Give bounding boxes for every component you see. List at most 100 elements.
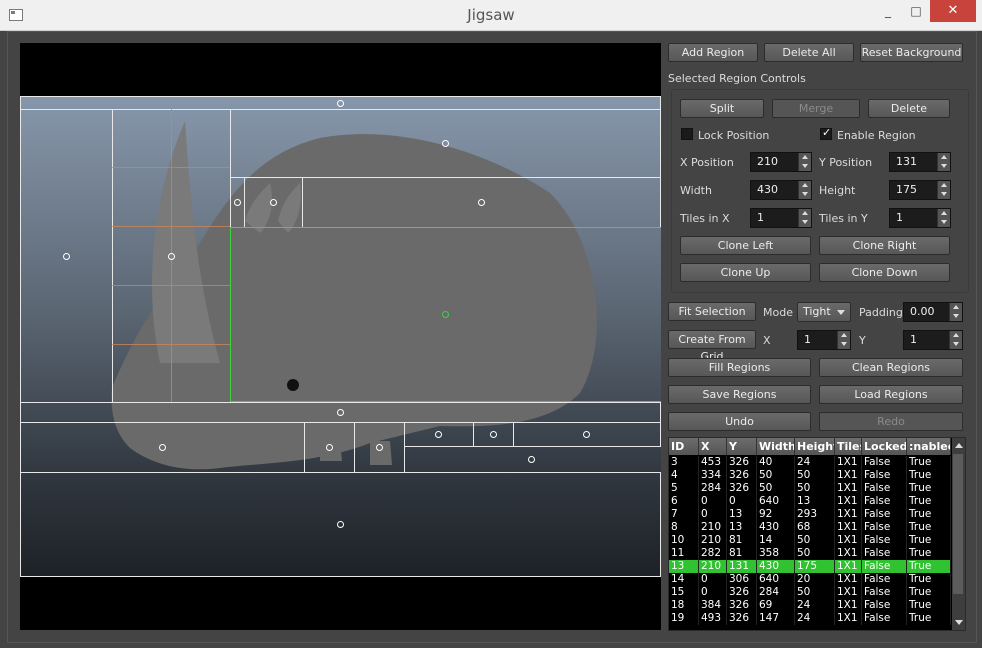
maximize-button[interactable]: □: [902, 0, 930, 22]
column-header[interactable]: Locked: [862, 438, 907, 455]
delete-region-button[interactable]: Delete: [868, 99, 950, 118]
spin-arrows-icon[interactable]: [937, 181, 950, 199]
table-row[interactable]: 18 384 326 69 24 1X1 False True: [669, 599, 951, 612]
lock-position-checkbox[interactable]: [681, 128, 693, 140]
region-center-handle[interactable]: [337, 409, 344, 416]
mode-dropdown[interactable]: Tight: [797, 302, 851, 322]
scroll-down-icon[interactable]: [955, 620, 963, 625]
table-cell: 20: [795, 573, 835, 586]
table-cell: 284: [699, 482, 727, 495]
scroll-up-icon[interactable]: [955, 443, 963, 448]
height-spinbox[interactable]: 175: [889, 180, 951, 200]
region-center-handle[interactable]: [490, 431, 497, 438]
region-center-handle[interactable]: [478, 199, 485, 206]
table-scrollbar[interactable]: [952, 438, 965, 630]
spin-arrows-icon[interactable]: [837, 331, 850, 349]
region-center-handle[interactable]: [337, 521, 344, 528]
minimize-button[interactable]: _: [874, 0, 902, 22]
spin-arrows-icon[interactable]: [798, 153, 811, 171]
delete-all-button[interactable]: Delete All: [764, 43, 854, 62]
spin-arrows-icon[interactable]: [949, 303, 962, 321]
table-cell: 7: [669, 508, 699, 521]
table-cell: 282: [699, 547, 727, 560]
column-header[interactable]: X: [699, 438, 727, 455]
y-position-spinbox[interactable]: 131: [889, 152, 951, 172]
close-button[interactable]: ✕: [930, 0, 976, 22]
spin-arrows-icon[interactable]: [798, 209, 811, 227]
table-row[interactable]: 14 0 306 640 20 1X1 False True: [669, 573, 951, 586]
table-cell: 306: [727, 573, 757, 586]
region-center-handle[interactable]: [234, 199, 241, 206]
table-cell: True: [907, 521, 951, 534]
column-header[interactable]: Height: [795, 438, 835, 455]
clone-up-button[interactable]: Clone Up: [680, 263, 811, 282]
column-header[interactable]: :nablec: [907, 438, 951, 455]
region-center-handle[interactable]: [376, 444, 383, 451]
table-cell: 293: [795, 508, 835, 521]
save-regions-button[interactable]: Save Regions: [668, 385, 811, 404]
split-button[interactable]: Split: [680, 99, 764, 118]
table-cell: 1X1: [835, 534, 862, 547]
spin-arrows-icon[interactable]: [798, 181, 811, 199]
table-row[interactable]: 8 210 13 430 68 1X1 False True: [669, 521, 951, 534]
table-row[interactable]: 5 284 326 50 50 1X1 False True: [669, 482, 951, 495]
region-center-handle[interactable]: [528, 456, 535, 463]
grid-x-spinbox[interactable]: 1: [797, 330, 851, 350]
table-row[interactable]: 15 0 326 284 50 1X1 False True: [669, 586, 951, 599]
height-label: Height: [819, 184, 856, 197]
width-spinbox[interactable]: 430: [750, 180, 812, 200]
fill-regions-button[interactable]: Fill Regions: [668, 358, 811, 377]
table-row[interactable]: 11 282 81 358 50 1X1 False True: [669, 547, 951, 560]
create-from-grid-button[interactable]: Create From Grid: [668, 330, 756, 363]
table-cell: 493: [699, 612, 727, 625]
image-viewport[interactable]: [20, 43, 661, 630]
table-row[interactable]: 10 210 81 14 50 1X1 False True: [669, 534, 951, 547]
region-center-handle[interactable]: [270, 199, 277, 206]
table-cell: 50: [757, 482, 795, 495]
clone-right-button[interactable]: Clone Right: [819, 236, 950, 255]
column-header[interactable]: ID: [669, 438, 699, 455]
column-header[interactable]: Y: [727, 438, 757, 455]
table-row[interactable]: 3 453 326 40 24 1X1 False True: [669, 456, 951, 469]
add-region-button[interactable]: Add Region: [668, 43, 758, 62]
tiles-in-y-spinbox[interactable]: 1: [889, 208, 951, 228]
region-center-handle[interactable]: [435, 431, 442, 438]
region-center-handle[interactable]: [337, 100, 344, 107]
enable-region-checkbox[interactable]: ✓: [820, 126, 832, 140]
region-center-handle[interactable]: [326, 444, 333, 451]
table-row[interactable]: 4 334 326 50 50 1X1 False True: [669, 469, 951, 482]
table-cell: 0: [699, 573, 727, 586]
region-center-handle[interactable]: [583, 431, 590, 438]
spin-arrows-icon[interactable]: [937, 209, 950, 227]
region-center-handle[interactable]: [168, 253, 175, 260]
undo-button[interactable]: Undo: [668, 412, 811, 431]
clean-regions-button[interactable]: Clean Regions: [819, 358, 963, 377]
column-header[interactable]: Tiles: [835, 438, 862, 455]
table-row[interactable]: 6 0 0 640 13 1X1 False True: [669, 495, 951, 508]
clone-left-button[interactable]: Clone Left: [680, 236, 811, 255]
regions-table[interactable]: IDXYWidthHeightTilesLocked:nablec 345332…: [668, 437, 966, 631]
region-center-handle[interactable]: [159, 444, 166, 451]
table-cell: 1X1: [835, 599, 862, 612]
padding-spinbox[interactable]: 0.00: [903, 302, 963, 322]
region-center-handle[interactable]: [442, 140, 449, 147]
grid-y-spinbox[interactable]: 1: [903, 330, 963, 350]
spin-arrows-icon[interactable]: [949, 331, 962, 349]
table-cell: False: [862, 456, 907, 469]
x-position-spinbox[interactable]: 210: [750, 152, 812, 172]
title-bar: Jigsaw _ □ ✕: [0, 0, 982, 31]
column-header[interactable]: Width: [757, 438, 795, 455]
reset-background-button[interactable]: Reset Background: [860, 43, 963, 62]
load-regions-button[interactable]: Load Regions: [819, 385, 963, 404]
spin-arrows-icon[interactable]: [937, 153, 950, 171]
scroll-thumb[interactable]: [953, 454, 963, 594]
table-row[interactable]: 7 0 13 92 293 1X1 False True: [669, 508, 951, 521]
selected-region-handle[interactable]: [442, 311, 449, 318]
selected-region-edge: [230, 227, 661, 228]
clone-down-button[interactable]: Clone Down: [819, 263, 950, 282]
tiles-in-x-spinbox[interactable]: 1: [750, 208, 812, 228]
table-row[interactable]: 19 493 326 147 24 1X1 False True: [669, 612, 951, 625]
fit-selection-button[interactable]: Fit Selection: [668, 302, 756, 321]
region-center-handle[interactable]: [63, 253, 70, 260]
table-row[interactable]: 13 210 131 430 175 1X1 False True: [669, 560, 951, 573]
